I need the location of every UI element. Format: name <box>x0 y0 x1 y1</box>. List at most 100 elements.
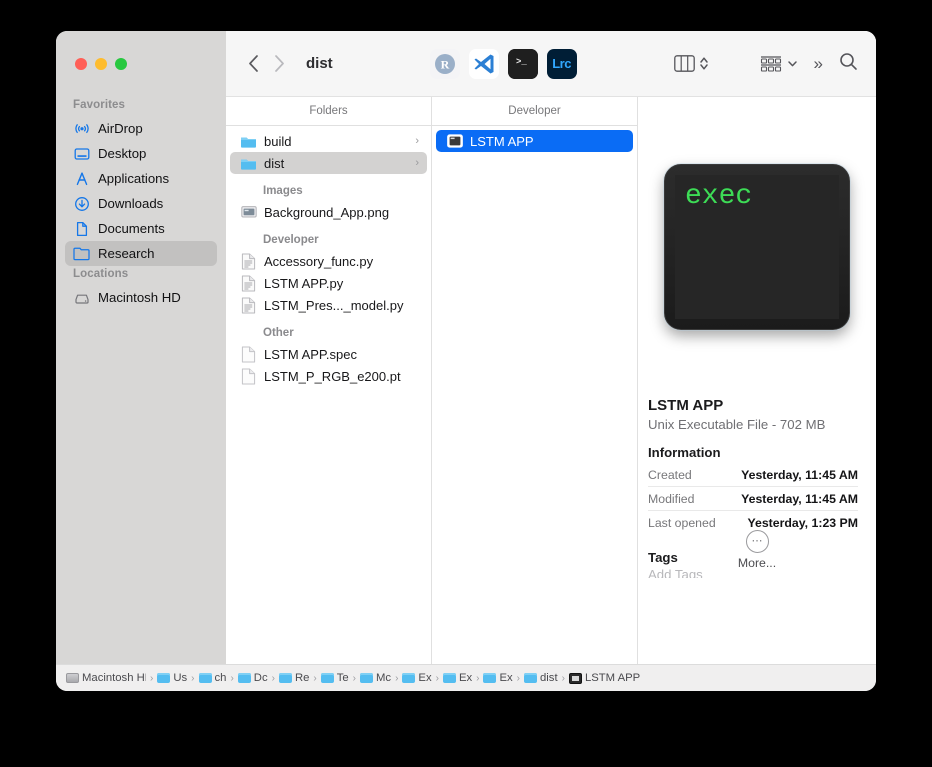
toolbar-overflow-button[interactable]: » <box>814 55 823 72</box>
search-button[interactable] <box>839 52 858 76</box>
lightroom-classic-label: Lrc <box>552 56 571 71</box>
list-item[interactable]: LSTM_P_RGB_e200.pt <box>230 365 427 387</box>
breadcrumb-label: Ex <box>418 672 432 684</box>
sidebar-item-label: Macintosh HD <box>98 290 181 305</box>
breadcrumb-label: Ex <box>499 672 513 684</box>
sidebar: Favorites AirDrop Desktop Applications D… <box>56 31 226 664</box>
breadcrumb-item[interactable]: ch <box>198 672 227 685</box>
list-item-label: Accessory_func.py <box>264 253 374 269</box>
group-by-button[interactable] <box>759 55 798 73</box>
breadcrumb-separator: › <box>230 672 234 684</box>
list-item-label: LSTM APP <box>470 133 534 149</box>
image-file-icon <box>240 206 257 218</box>
list-item[interactable]: LSTM APP <box>436 130 633 152</box>
sidebar-item-research[interactable]: Research <box>65 241 217 266</box>
list-item[interactable]: LSTM_Pres..._model.py <box>230 294 427 316</box>
lightroom-classic-icon[interactable]: Lrc <box>546 48 577 79</box>
list-item[interactable]: build › <box>230 130 427 152</box>
window-body: Favorites AirDrop Desktop Applications D… <box>56 31 876 664</box>
list-item-label: LSTM APP.spec <box>264 346 357 362</box>
list-item-label: build <box>264 133 292 149</box>
breadcrumb-item[interactable]: dist <box>524 672 558 685</box>
breadcrumb-separator: › <box>395 672 399 684</box>
downloads-icon <box>74 196 89 211</box>
breadcrumb-item[interactable]: Ex <box>402 672 432 685</box>
terminal-icon[interactable]: >_ <box>507 48 538 79</box>
zoom-button[interactable] <box>115 58 127 70</box>
toolbar-app-shortcuts: R >_ Lrc <box>429 48 577 79</box>
breadcrumb-item[interactable]: Dc <box>237 672 268 685</box>
column-folders-body[interactable]: build › dist › Images Background_App.png Dev… <box>226 126 431 664</box>
applications-icon <box>76 172 87 185</box>
blank-file-icon <box>240 346 257 363</box>
more-button[interactable]: ⋯ More... <box>638 530 876 570</box>
folder-icon <box>360 673 374 683</box>
code-file-icon <box>241 253 256 269</box>
breadcrumb-item[interactable]: Mc <box>360 672 391 685</box>
preview-file-kind: Unix Executable File - 702 MB <box>648 417 826 432</box>
list-item[interactable]: Accessory_func.py <box>230 250 427 272</box>
documents-icon <box>76 221 87 236</box>
view-mode-column-button[interactable] <box>673 55 709 72</box>
close-button[interactable] <box>75 58 87 70</box>
blank-file-icon <box>241 346 256 362</box>
breadcrumb-item[interactable]: Re <box>278 672 310 685</box>
list-item[interactable]: dist › <box>230 152 427 174</box>
sidebar-item-label: AirDrop <box>98 121 143 136</box>
sidebar-item-downloads[interactable]: Downloads <box>65 191 217 216</box>
list-item[interactable]: Background_App.png <box>230 201 427 223</box>
list-item-label: LSTM_P_RGB_e200.pt <box>264 368 401 384</box>
breadcrumb-item[interactable]: Ex <box>442 672 472 685</box>
sidebar-item-label: Research <box>98 246 155 261</box>
blank-file-icon <box>241 368 256 384</box>
breadcrumb-separator: › <box>191 672 195 684</box>
back-button[interactable] <box>240 51 266 77</box>
column-developer-body[interactable]: LSTM APP <box>432 126 637 664</box>
breadcrumb-label: Mc <box>376 672 392 684</box>
folder-icon <box>483 673 497 683</box>
list-item[interactable]: LSTM APP.spec <box>230 343 427 365</box>
toolbar: dist R >_ Lrc » <box>226 31 876 97</box>
minimize-button[interactable] <box>95 58 107 70</box>
information-value: Yesterday, 1:23 PM <box>747 515 858 530</box>
breadcrumb-label: ch <box>214 672 227 684</box>
exec-file-icon <box>568 672 582 684</box>
chevron-right-icon: › <box>415 157 419 169</box>
desktop-icon <box>74 147 89 160</box>
breadcrumb-item[interactable]: Te <box>320 672 349 685</box>
airdrop-icon <box>74 123 89 133</box>
preview-pane: exec LSTM APP Unix Executable File - 702… <box>638 97 876 578</box>
chevron-updown-icon <box>699 57 708 70</box>
sidebar-item-documents[interactable]: Documents <box>65 216 217 241</box>
breadcrumb-label: Re <box>294 672 310 684</box>
exec-file-icon-large: exec <box>664 164 850 330</box>
sidebar-item-desktop[interactable]: Desktop <box>65 141 217 166</box>
breadcrumb-item[interactable]: Us <box>157 672 187 685</box>
breadcrumb-item[interactable]: Ex <box>483 672 513 685</box>
image-file-icon <box>240 204 257 221</box>
blank-file-icon <box>240 368 257 385</box>
breadcrumb-item[interactable]: LSTM APP <box>568 672 640 685</box>
overflow-label: » <box>813 54 823 73</box>
breadcrumb-separator: › <box>435 672 439 684</box>
folder-icon <box>198 673 212 683</box>
code-file-icon <box>240 253 257 270</box>
code-file-icon <box>240 275 257 292</box>
traffic-lights <box>56 31 226 97</box>
sidebar-item-macintosh-hd[interactable]: Macintosh HD <box>65 285 217 310</box>
sidebar-item-airdrop[interactable]: AirDrop <box>65 116 217 141</box>
desktop-icon <box>73 145 90 162</box>
forward-button[interactable] <box>266 51 292 77</box>
list-item[interactable]: LSTM APP.py <box>230 272 427 294</box>
breadcrumb-separator: › <box>271 672 275 684</box>
information-row: Modified Yesterday, 11:45 AM <box>648 487 858 511</box>
information-key: Last opened <box>648 515 716 530</box>
sidebar-item-applications[interactable]: Applications <box>65 166 217 191</box>
breadcrumb-item[interactable]: Macintosh HD <box>66 672 146 685</box>
breadcrumb-separator: › <box>476 672 480 684</box>
breadcrumb-separator: › <box>561 672 565 684</box>
vscode-icon[interactable] <box>468 48 499 79</box>
rstudio-icon[interactable]: R <box>429 48 460 79</box>
column-group-label: Images <box>263 185 303 197</box>
information-rows: Created Yesterday, 11:45 AM Modified Yester… <box>648 463 858 534</box>
